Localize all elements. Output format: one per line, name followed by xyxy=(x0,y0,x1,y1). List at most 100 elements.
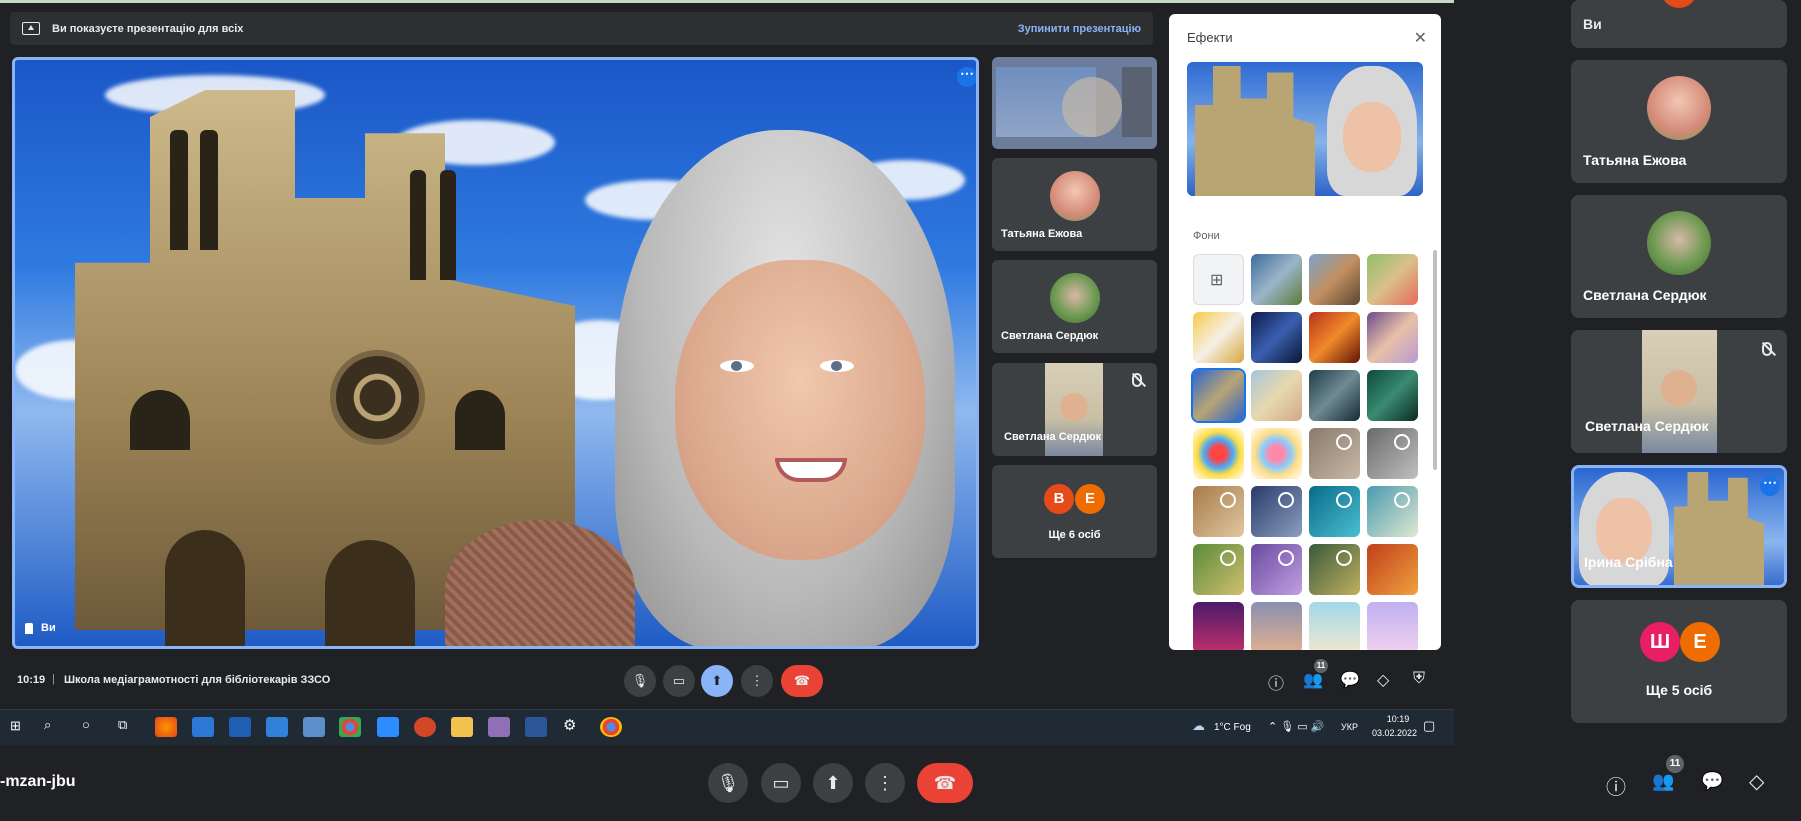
outer-tile-4[interactable]: ⋯ Ірина Срібна xyxy=(1571,465,1787,588)
background-thumbnail[interactable] xyxy=(1193,602,1244,650)
outer-tile-2[interactable]: Светлана Сердюк xyxy=(1571,195,1787,318)
present-icon: ⬆ xyxy=(825,772,841,793)
background-thumbnail[interactable] xyxy=(1251,254,1302,305)
chat-icon[interactable]: 💬 xyxy=(1340,670,1360,690)
notifications-icon[interactable]: ▢ xyxy=(1423,718,1435,734)
people-icon[interactable]: 👥 xyxy=(1303,670,1323,690)
people-icon[interactable]: 👥 xyxy=(1652,771,1674,792)
cortana-icon[interactable]: ○ xyxy=(82,717,90,732)
app-icon[interactable] xyxy=(488,717,510,737)
main-tile-label: Ви xyxy=(25,622,56,634)
task-view-icon[interactable]: ⧉ xyxy=(118,717,127,733)
mic-button[interactable]: 🎙 xyxy=(708,763,748,803)
background-thumbnail[interactable] xyxy=(1309,370,1360,421)
side-tile-1[interactable]: Татьяна Ежова xyxy=(992,158,1157,251)
background-thumbnail[interactable] xyxy=(1309,312,1360,363)
more-options-button[interactable]: ⋮ xyxy=(741,665,773,697)
side-tile-3[interactable]: Светлана Сердюк xyxy=(992,363,1157,456)
background-thumbnail[interactable] xyxy=(1367,544,1418,595)
file-explorer-icon[interactable] xyxy=(451,717,473,737)
settings-icon[interactable]: ⚙ xyxy=(563,716,576,734)
activities-icon[interactable]: ◇ xyxy=(1377,670,1389,690)
zoom-icon[interactable] xyxy=(377,717,399,737)
powerpoint-icon[interactable] xyxy=(414,717,436,737)
background-thumbnail[interactable] xyxy=(1309,602,1360,650)
avatar-letter: Е xyxy=(1075,484,1105,514)
firefox-icon[interactable] xyxy=(155,717,177,737)
mail-icon[interactable] xyxy=(266,717,288,737)
windows-start-icon[interactable]: ⊞ xyxy=(10,718,21,734)
background-thumbnail[interactable] xyxy=(1309,428,1360,479)
mic-icon: 🎙 xyxy=(716,772,740,793)
side-tile-name: Татьяна Ежова xyxy=(1001,228,1083,240)
background-thumbnail[interactable] xyxy=(1309,486,1360,537)
save-icon[interactable] xyxy=(229,717,251,737)
background-thumbnail[interactable] xyxy=(1191,368,1246,423)
info-icon[interactable]: ⓘ xyxy=(1268,670,1284,694)
chat-icon[interactable]: 💬 xyxy=(1701,771,1723,792)
background-thumbnail[interactable] xyxy=(1251,370,1302,421)
camera-button[interactable]: ▭ xyxy=(663,665,695,697)
background-thumbnail[interactable] xyxy=(1367,602,1418,650)
main-video-tile[interactable]: ⋯ Ви xyxy=(12,57,979,649)
background-thumbnail[interactable] xyxy=(1367,428,1418,479)
background-thumbnail[interactable] xyxy=(1367,486,1418,537)
effects-title: Ефекти xyxy=(1187,30,1233,45)
more-participants-label: Ще 6 осіб xyxy=(1048,529,1101,541)
tray-icons[interactable]: ⌃ 🎙 ▭ 🔊 xyxy=(1268,720,1324,733)
presentation-banner: Ви показуєте презентацію для всіх Зупини… xyxy=(10,12,1153,45)
upload-background-button[interactable]: ⊞ xyxy=(1193,254,1244,305)
pin-icon[interactable] xyxy=(25,622,33,634)
background-thumbnail[interactable] xyxy=(1193,428,1244,479)
outer-tile-more[interactable]: Ш Е Ще 5 осіб xyxy=(1571,600,1787,723)
background-thumbnail[interactable] xyxy=(1367,370,1418,421)
background-thumbnail[interactable] xyxy=(1251,428,1302,479)
background-thumbnail[interactable] xyxy=(1251,486,1302,537)
activities-icon[interactable]: ◇ xyxy=(1749,769,1764,794)
background-thumbnail[interactable] xyxy=(1193,486,1244,537)
language-indicator[interactable]: УКР xyxy=(1341,722,1358,732)
end-call-button[interactable]: ☎ xyxy=(781,665,823,697)
calculator-icon[interactable] xyxy=(303,717,325,737)
effects-scrollbar[interactable] xyxy=(1433,250,1437,470)
background-thumbnail[interactable] xyxy=(1367,254,1418,305)
search-icon[interactable]: ⌕ xyxy=(44,717,51,733)
present-button[interactable]: ⬆ xyxy=(813,763,853,803)
end-call-button[interactable]: ☎ xyxy=(917,763,973,803)
camera-icon: ▭ xyxy=(772,772,790,793)
camera-button[interactable]: ▭ xyxy=(761,763,801,803)
side-tile-2[interactable]: Светлана Сердюк xyxy=(992,260,1157,353)
tile-options-button[interactable]: ⋯ xyxy=(1760,475,1780,496)
mic-off-icon xyxy=(1132,373,1142,387)
background-thumbnail[interactable] xyxy=(1251,544,1302,595)
participant-face xyxy=(675,260,925,560)
stop-presentation-button[interactable]: Зупинити презентацію xyxy=(1018,23,1141,35)
side-tile-name: Светлана Сердюк xyxy=(1004,431,1102,443)
present-button[interactable]: ⬆ xyxy=(701,665,733,697)
add-photo-icon: ⊞ xyxy=(1210,272,1224,289)
background-thumbnail[interactable] xyxy=(1251,602,1302,650)
side-tile-presentation[interactable] xyxy=(992,57,1157,149)
avatar-letter: Ш xyxy=(1640,622,1680,662)
store-icon[interactable] xyxy=(192,717,214,737)
background-thumbnail[interactable] xyxy=(1251,312,1302,363)
background-thumbnail[interactable] xyxy=(1193,544,1244,595)
background-thumbnail[interactable] xyxy=(1309,544,1360,595)
background-thumbnail[interactable] xyxy=(1367,312,1418,363)
word-icon[interactable] xyxy=(525,717,547,737)
background-thumbnail[interactable] xyxy=(1193,312,1244,363)
outer-tile-1[interactable]: Татьяна Ежова xyxy=(1571,60,1787,183)
shield-icon[interactable]: ⛨ xyxy=(1413,670,1425,688)
side-tile-more[interactable]: В Е Ще 6 осіб xyxy=(992,465,1157,558)
info-icon[interactable]: ⓘ xyxy=(1606,771,1626,800)
outer-tile-self[interactable]: Ви xyxy=(1571,0,1787,48)
close-icon[interactable]: ✕ xyxy=(1414,28,1427,48)
chrome-icon[interactable] xyxy=(339,717,361,737)
outer-tile-3[interactable]: Светлана Сердюк xyxy=(1571,330,1787,453)
chrome-icon-2[interactable] xyxy=(600,717,622,737)
background-thumbnail[interactable] xyxy=(1309,254,1360,305)
more-options-button[interactable]: ⋮ xyxy=(865,763,905,803)
tile-options-button[interactable]: ⋯ xyxy=(957,66,976,87)
weather-text: 1°C Fog xyxy=(1214,722,1251,733)
mic-button[interactable]: 🎙 xyxy=(624,665,656,697)
